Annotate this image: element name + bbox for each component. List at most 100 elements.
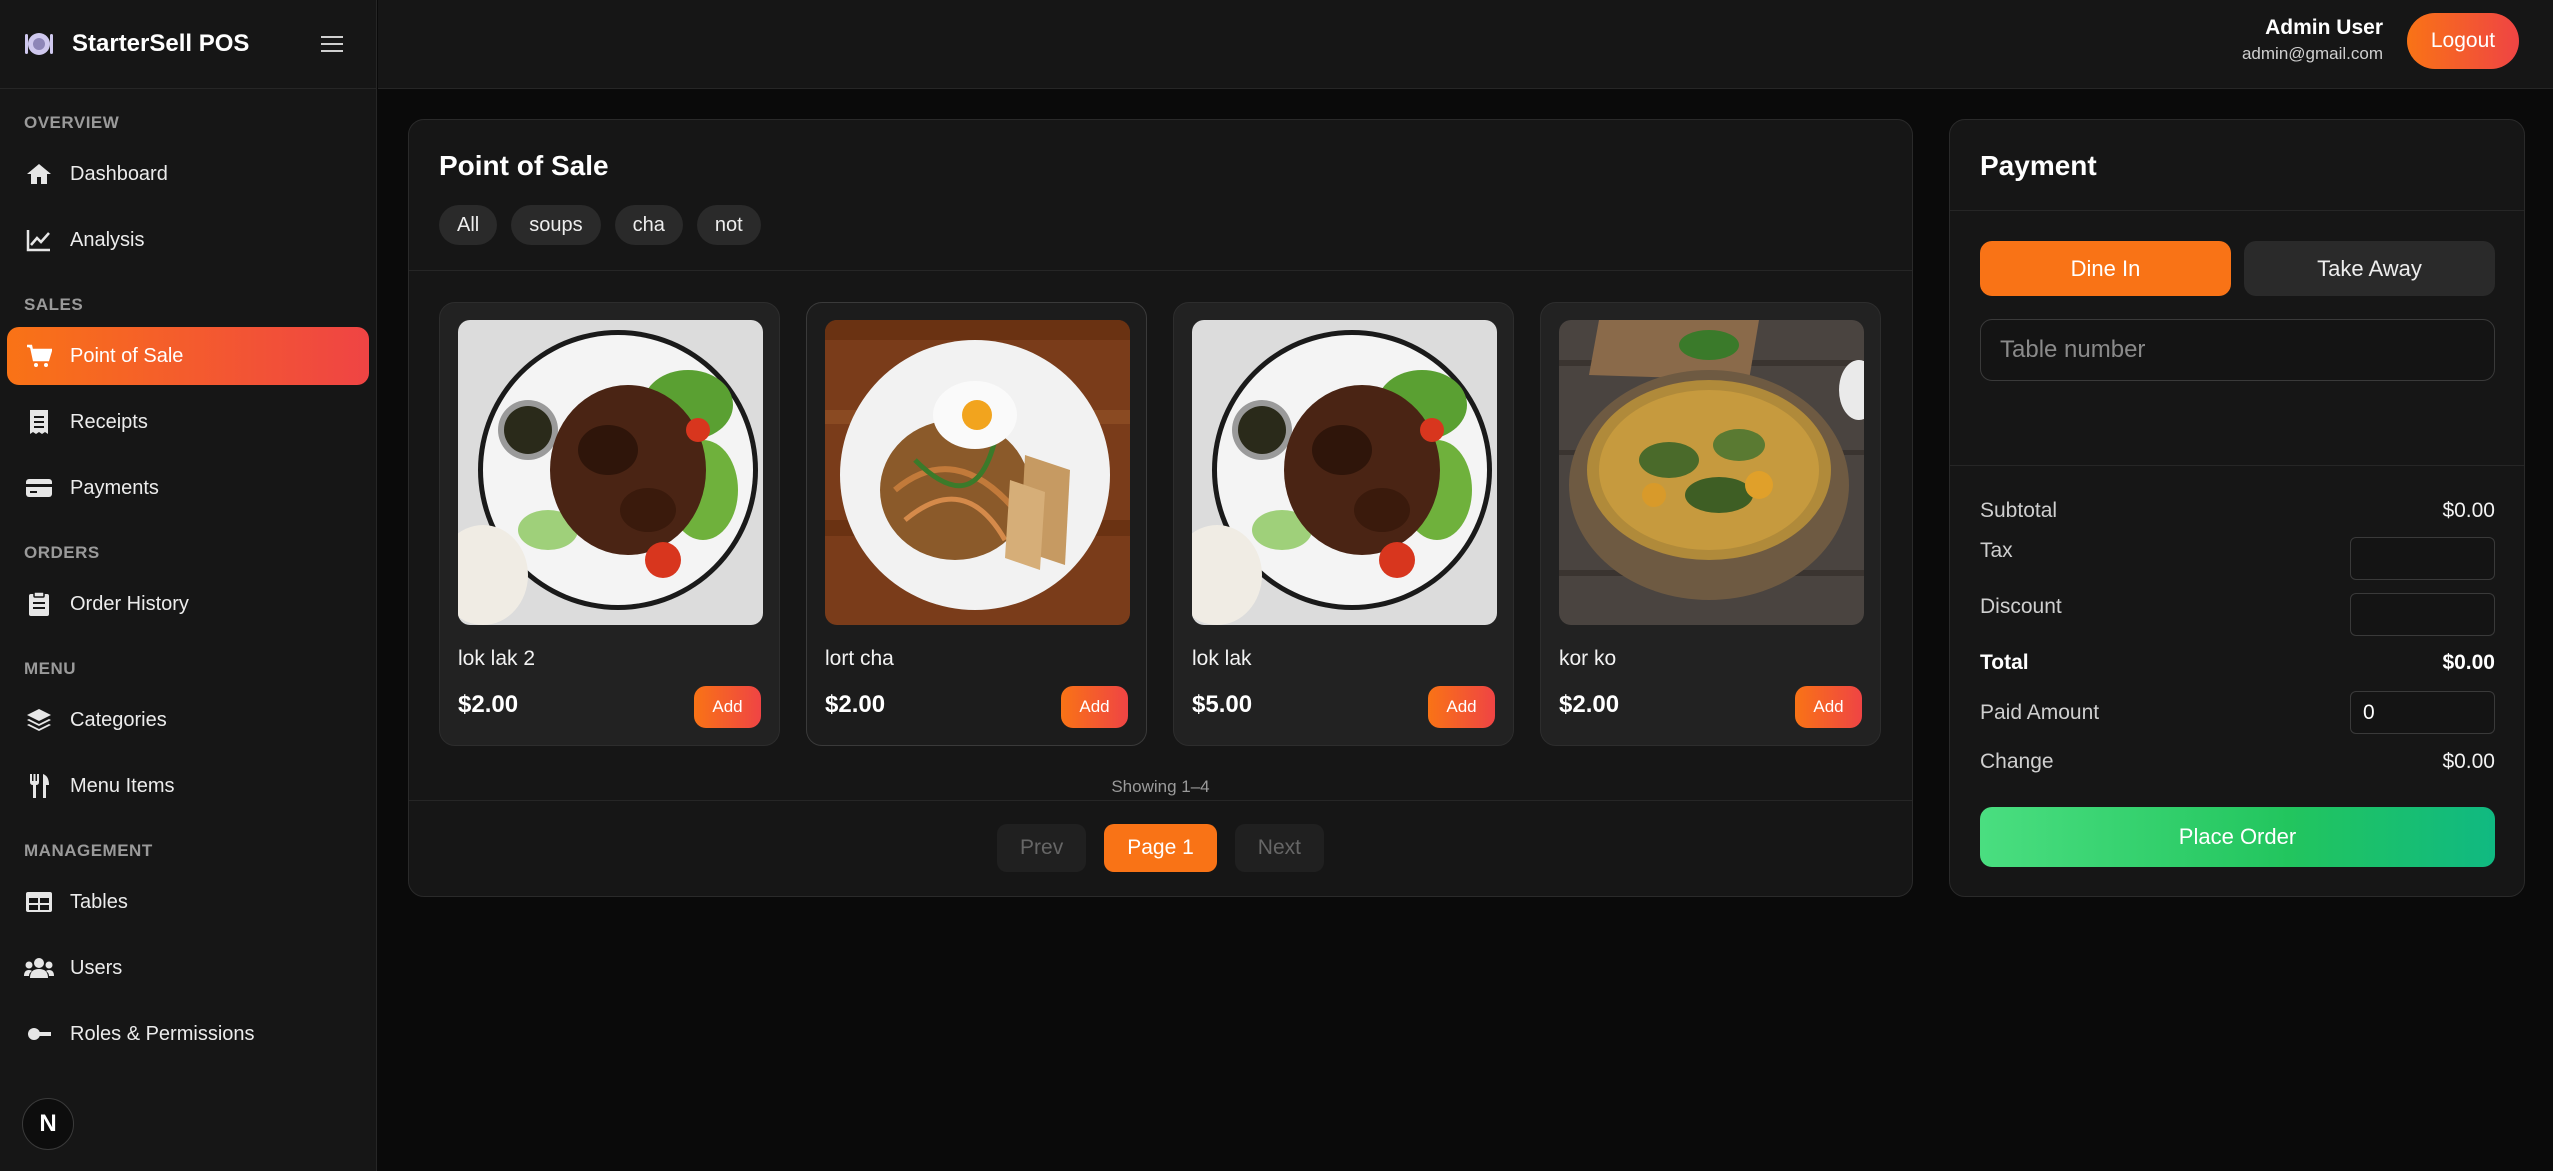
sidebar-item-dashboard[interactable]: Dashboard <box>7 145 369 203</box>
product-price: $2.00 <box>1559 691 1620 718</box>
payment-panel: Payment Dine In Take Away Subtotal $0.00… <box>1949 119 2525 897</box>
product-image-beef-plate <box>1192 320 1497 625</box>
add-to-cart-button[interactable]: Add <box>694 686 761 728</box>
total-label: Total <box>1980 651 2029 674</box>
nav-section-management: MANAGEMENT <box>24 841 153 860</box>
paid-amount-label: Paid Amount <box>1980 701 2100 724</box>
add-to-cart-button[interactable]: Add <box>1061 686 1128 728</box>
subtotal-value: $0.00 <box>2442 499 2495 522</box>
nav-section-menu: MENU <box>24 659 77 678</box>
sidebar-item-tables[interactable]: Tables <box>7 873 369 931</box>
cart-icon <box>24 341 54 371</box>
sidebar-item-label: Users <box>70 956 123 979</box>
total-value: $0.00 <box>2442 651 2495 674</box>
sidebar-item-roles-permissions[interactable]: Roles & Permissions <box>7 1005 369 1063</box>
divider <box>409 800 1912 801</box>
add-to-cart-button[interactable]: Add <box>1795 686 1862 728</box>
sidebar-item-label: Order History <box>70 592 189 615</box>
product-name: lok lak 2 <box>458 647 536 670</box>
subtotal-label: Subtotal <box>1980 499 2058 522</box>
sidebar-item-analysis[interactable]: Analysis <box>7 211 369 269</box>
sidebar-item-label: Menu Items <box>70 774 175 797</box>
sidebar-item-label: Receipts <box>70 410 148 433</box>
dine-in-button[interactable]: Dine In <box>1980 241 2231 296</box>
product-price: $2.00 <box>825 691 886 718</box>
clipboard-icon <box>24 589 54 619</box>
sidebar-item-menu-items[interactable]: Menu Items <box>7 757 369 815</box>
sidebar-item-order-history[interactable]: Order History <box>7 575 369 633</box>
brand-name: StarterSell POS <box>72 30 250 57</box>
sidebar-item-point-of-sale[interactable]: Point of Sale <box>7 327 369 385</box>
sidebar-item-label: Tables <box>70 890 128 913</box>
layers-icon <box>24 705 54 735</box>
sidebar-item-label: Point of Sale <box>70 344 184 367</box>
nav-section-orders: ORDERS <box>24 543 100 562</box>
next-page-button[interactable]: Next <box>1234 824 1324 872</box>
nav-section-overview: OVERVIEW <box>24 113 120 132</box>
product-name: kor ko <box>1559 647 1617 670</box>
user-name: Admin User <box>2265 16 2383 39</box>
menu-toggle-button[interactable] <box>312 24 352 64</box>
category-filter: All soups cha not <box>439 205 761 245</box>
tax-label: Tax <box>1980 539 2013 562</box>
order-type-toggle: Dine In Take Away <box>1980 241 2495 296</box>
category-chip-soups[interactable]: soups <box>511 205 601 245</box>
paid-amount-input[interactable] <box>2350 691 2495 734</box>
sidebar-item-categories[interactable]: Categories <box>7 691 369 749</box>
sidebar-item-label: Roles & Permissions <box>70 1022 255 1045</box>
user-email: admin@gmail.com <box>2241 44 2383 63</box>
next-dev-tools-button[interactable]: N <box>22 1098 74 1150</box>
key-icon <box>24 1019 54 1049</box>
brand-bar: StarterSell POS <box>0 0 376 89</box>
product-card[interactable]: lort cha $2.00 Add <box>806 302 1147 746</box>
product-card[interactable]: lok lak $5.00 Add <box>1173 302 1514 746</box>
pos-panel: Point of Sale All soups cha not lok lak … <box>408 119 1913 897</box>
sidebar-item-receipts[interactable]: Receipts <box>7 393 369 451</box>
top-bar: Admin User admin@gmail.com Logout <box>378 0 2553 89</box>
sidebar-item-users[interactable]: Users <box>7 939 369 997</box>
add-to-cart-button[interactable]: Add <box>1428 686 1495 728</box>
divider <box>1950 465 2524 466</box>
category-chip-not[interactable]: not <box>696 205 761 245</box>
product-image-noodle-plate <box>825 320 1130 625</box>
product-card[interactable]: kor ko $2.00 Add <box>1540 302 1881 746</box>
table-number-input[interactable] <box>1980 319 2495 381</box>
user-info: Admin User admin@gmail.com <box>2242 16 2383 64</box>
tax-input[interactable] <box>2350 537 2495 580</box>
product-card[interactable]: lok lak 2 $2.00 Add <box>439 302 780 746</box>
chart-line-icon <box>24 225 54 255</box>
current-page-button[interactable]: Page 1 <box>1104 824 1217 872</box>
product-image-beef-plate <box>458 320 763 625</box>
prev-page-button[interactable]: Prev <box>997 824 1087 872</box>
change-value: $0.00 <box>2442 750 2495 773</box>
category-chip-all[interactable]: All <box>439 205 498 245</box>
nav-section-sales: SALES <box>24 295 84 314</box>
sidebar-item-label: Payments <box>70 476 159 499</box>
sidebar-item-label: Dashboard <box>70 162 168 185</box>
place-order-button[interactable]: Place Order <box>1980 807 2495 867</box>
sidebar: StarterSell POS OVERVIEW Dashboard Analy… <box>0 0 377 1171</box>
users-icon <box>24 953 54 983</box>
results-count: Showing 1–4 <box>1111 777 1210 796</box>
logout-button[interactable]: Logout <box>2407 13 2519 69</box>
product-image-soup-bowl <box>1559 320 1864 625</box>
product-grid: lok lak 2 $2.00 Add lort cha $2.00 Add l… <box>439 302 1881 746</box>
divider <box>1950 210 2524 211</box>
divider <box>409 270 1912 271</box>
product-name: lok lak <box>1192 647 1252 670</box>
table-icon <box>24 887 54 917</box>
sidebar-item-payments[interactable]: Payments <box>7 459 369 517</box>
product-name: lort cha <box>825 647 894 670</box>
hamburger-icon <box>321 36 343 52</box>
change-label: Change <box>1980 750 2054 773</box>
receipt-icon <box>24 407 54 437</box>
discount-label: Discount <box>1980 595 2062 618</box>
take-away-button[interactable]: Take Away <box>2244 241 2495 296</box>
category-chip-cha[interactable]: cha <box>614 205 683 245</box>
discount-input[interactable] <box>2350 593 2495 636</box>
sidebar-item-label: Categories <box>70 708 167 731</box>
product-price: $2.00 <box>458 691 519 718</box>
product-price: $5.00 <box>1192 691 1253 718</box>
credit-card-icon <box>24 473 54 503</box>
page-title: Point of Sale <box>439 150 609 181</box>
